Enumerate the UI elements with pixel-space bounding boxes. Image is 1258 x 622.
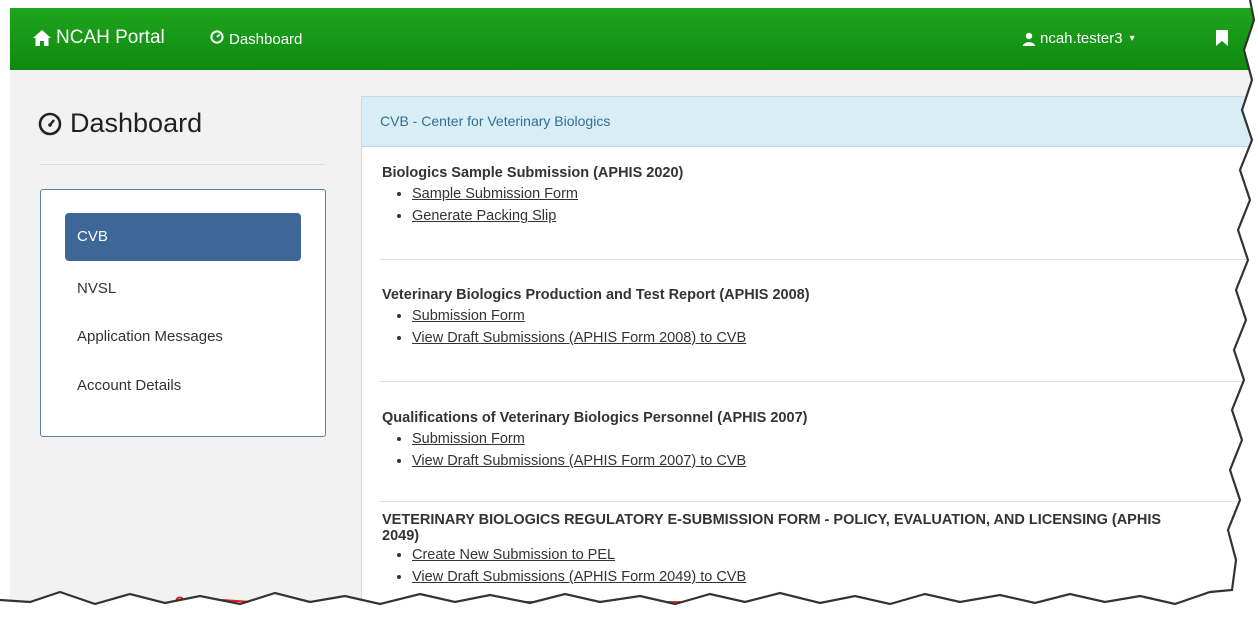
home-icon — [33, 30, 51, 46]
view-drafts-2008-link[interactable]: View Draft Submissions (APHIS Form 2008)… — [412, 330, 746, 346]
brand-label: NCAH Portal — [56, 27, 165, 48]
sample-submission-form-link[interactable]: Sample Submission Form — [412, 186, 578, 202]
generate-packing-slip-link[interactable]: Generate Packing Slip — [412, 208, 556, 224]
user-icon — [1023, 32, 1035, 46]
sidebar-nav: CVB NVSL Application Messages Account De… — [40, 189, 326, 437]
list-item: View Draft Submissions (APHIS Form 2049)… — [412, 566, 1258, 588]
annotation-arrow-icon — [221, 599, 371, 615]
bookmark-icon[interactable] — [1216, 30, 1228, 46]
sidebar-item-nvsl[interactable]: NVSL — [65, 265, 301, 313]
dashboard-icon — [38, 112, 62, 135]
user-menu[interactable]: ncah.tester3 ▾ — [1022, 30, 1135, 47]
page-title: Dashboard — [38, 108, 202, 139]
chevron-down-icon: ▾ — [1129, 33, 1135, 44]
section-divider — [380, 501, 1258, 502]
user-name: ncah.tester3 — [1040, 30, 1123, 47]
list-item: Submission Form — [412, 305, 810, 327]
create-new-submission-link[interactable]: Create New Submission to PEL — [412, 547, 615, 563]
list-item: Create New Submission to PEL — [412, 544, 1258, 566]
annotation-step-number: 2. — [175, 593, 190, 612]
panel-heading: CVB - Center for Veterinary Biologics — [362, 97, 1258, 147]
nav-dashboard-link[interactable]: Dashboard — [210, 30, 302, 48]
list-item: Submission Form — [412, 428, 807, 450]
sidebar-item-cvb[interactable]: CVB — [65, 213, 301, 261]
section-personnel-qualifications: Qualifications of Veterinary Biologics P… — [382, 410, 807, 472]
section-divider — [380, 259, 1258, 260]
section-divider — [380, 381, 1258, 382]
page-title-text: Dashboard — [70, 108, 203, 138]
view-drafts-2049-link[interactable]: View Draft Submissions (APHIS Form 2049)… — [412, 569, 746, 585]
view-drafts-2007-link[interactable]: View Draft Submissions (APHIS Form 2007)… — [412, 453, 746, 469]
list-item: Sample Submission Form — [412, 183, 683, 205]
nav-dashboard-label: Dashboard — [229, 30, 303, 48]
cvb-panel: CVB - Center for Veterinary Biologics Bi… — [361, 96, 1258, 622]
section-sample-submission: Biologics Sample Submission (APHIS 2020)… — [382, 165, 683, 227]
title-divider — [40, 164, 325, 165]
brand-link[interactable]: NCAH Portal — [32, 27, 165, 49]
section-e-submission: VETERINARY BIOLOGICS REGULATORY E-SUBMIS… — [382, 512, 1258, 588]
sidebar-item-account-details[interactable]: Account Details — [65, 362, 301, 410]
screenshot-frame: NCAH Portal Dashboard ncah.tester3 ▾ Das… — [0, 0, 1258, 622]
list-item: View Draft Submissions (APHIS Form 2008)… — [412, 327, 810, 349]
sidebar-item-application-messages[interactable]: Application Messages — [65, 313, 301, 361]
section-production-test-report: Veterinary Biologics Production and Test… — [382, 287, 810, 349]
submission-form-2007-link[interactable]: Submission Form — [412, 431, 525, 447]
submission-form-2008-link[interactable]: Submission Form — [412, 308, 525, 324]
list-item: Generate Packing Slip — [412, 205, 683, 227]
top-navbar: NCAH Portal Dashboard ncah.tester3 ▾ — [10, 8, 1258, 71]
page-body: Dashboard CVB NVSL Application Messages … — [10, 70, 1258, 622]
list-item: View Draft Submissions (APHIS Form 2007)… — [412, 450, 807, 472]
dashboard-icon — [210, 30, 224, 44]
annotation-highlight-box — [393, 601, 686, 622]
